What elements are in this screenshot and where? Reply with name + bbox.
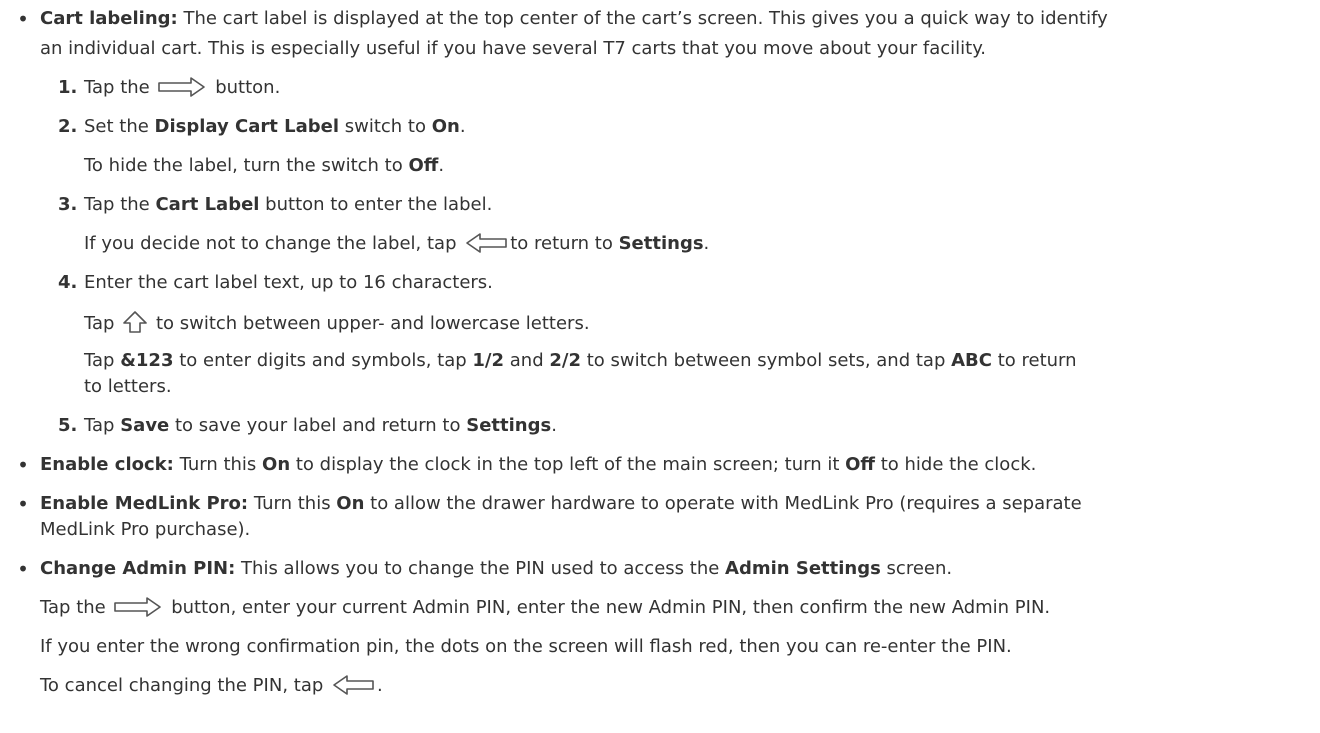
enable-clock-paragraph: Enable clock: Turn this On to display th… <box>40 454 1037 475</box>
left-arrow-icon <box>331 674 375 696</box>
change-admin-pin-cancel: To cancel changing the PIN, tap . <box>40 674 383 696</box>
step-4-note-cont: to letters. <box>84 376 172 397</box>
cart-labeling-paragraph: Cart labeling: The cart label is display… <box>40 8 1108 29</box>
change-admin-pin-step: Tap the button, enter your current Admin… <box>40 596 1051 618</box>
cart-labeling-cont: an individual cart. This is especially u… <box>40 38 987 59</box>
enable-medlink-paragraph: Enable MedLink Pro: Turn this On to allo… <box>40 493 1082 514</box>
up-arrow-icon <box>122 310 148 334</box>
right-arrow-icon <box>157 76 207 98</box>
change-admin-pin-paragraph: Change Admin PIN: This allows you to cha… <box>40 558 953 579</box>
step-3-note: If you decide not to change the label, t… <box>84 232 710 254</box>
cart-labeling-label: Cart labeling: <box>40 8 178 29</box>
step-4-note-symbols: Tap &123 to enter digits and symbols, ta… <box>84 350 1077 371</box>
step-2-note: To hide the label, turn the switch to Of… <box>84 155 445 176</box>
step-1: 1. Tap the button. <box>58 76 281 98</box>
enable-medlink-cont: MedLink Pro purchase). <box>40 519 251 540</box>
left-arrow-icon <box>464 232 508 254</box>
step-4: 4. Enter the cart label text, up to 16 ch… <box>58 272 493 293</box>
step-3: 3. Tap the Cart Label button to enter the… <box>58 194 493 215</box>
change-admin-pin-error: If you enter the wrong confirmation pin,… <box>40 636 1012 657</box>
step-4-note-shift: Tap to switch between upper- and lowerca… <box>84 310 590 336</box>
document-page: • Cart labeling: The cart label is displ… <box>0 0 1320 733</box>
step-2: 2. Set the Display Cart Label switch to O… <box>58 116 466 137</box>
step-5: 5. Tap Save to save your label and return… <box>58 415 557 436</box>
right-arrow-icon <box>113 596 163 618</box>
